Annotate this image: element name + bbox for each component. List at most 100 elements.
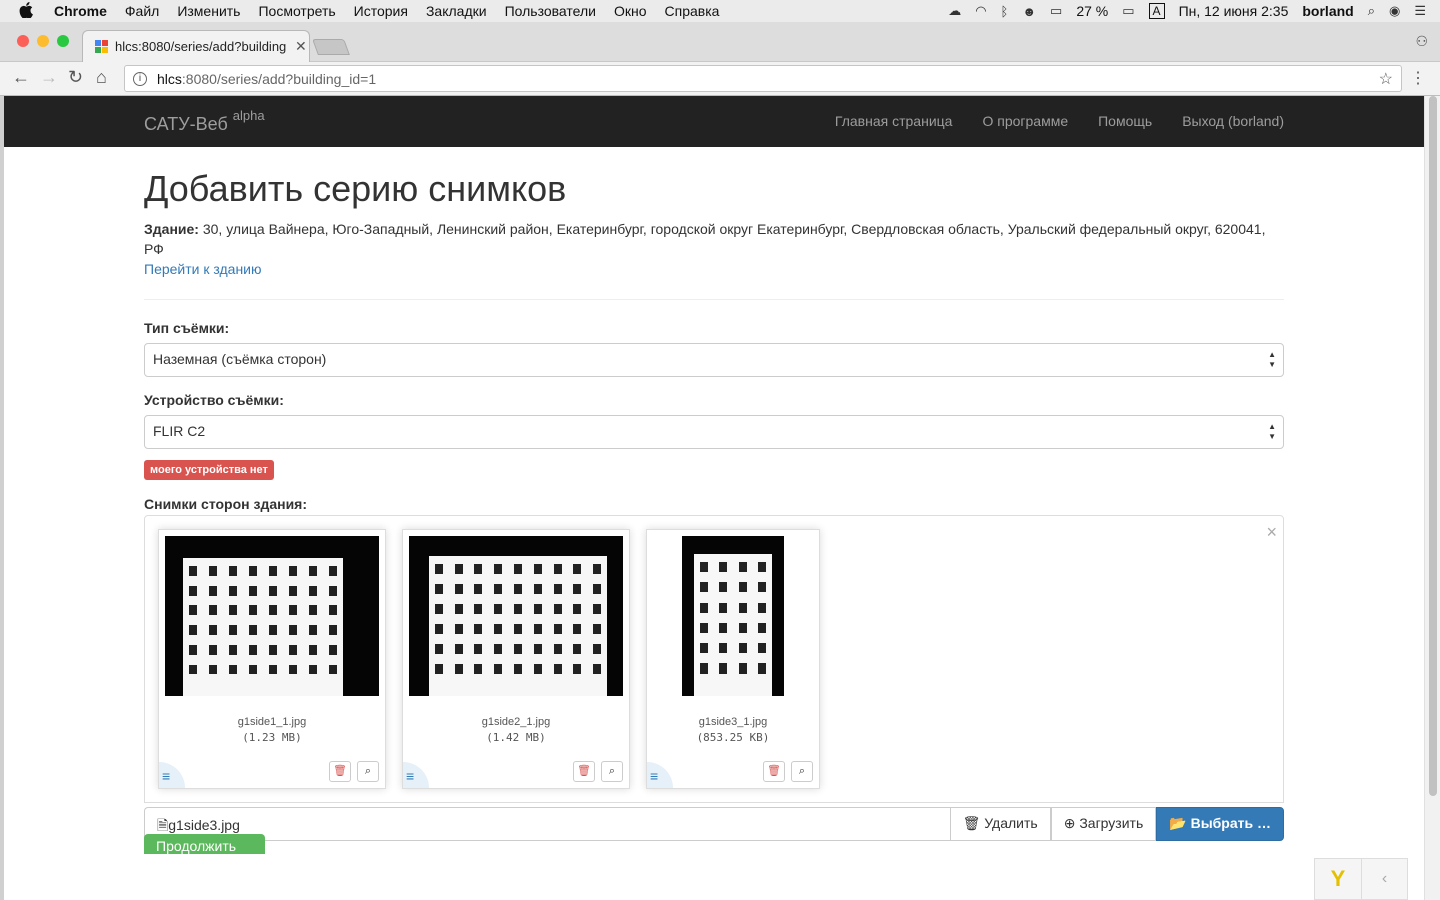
building-window <box>474 584 483 594</box>
building-window <box>758 663 767 674</box>
building-window <box>434 584 443 594</box>
new-tab-button[interactable] <box>312 39 350 55</box>
shooting-type-select[interactable]: Наземная (съёмка сторон) ▲ ▼ <box>144 343 1284 377</box>
go-to-building-link[interactable]: Перейти к зданию <box>144 259 1284 279</box>
site-brand[interactable]: САТУ-Веб alpha <box>144 108 265 135</box>
menu-window[interactable]: Окно <box>614 3 647 19</box>
delete-file-icon[interactable]: 🗑 <box>329 761 351 782</box>
building-window <box>289 566 297 576</box>
building-window <box>533 604 542 614</box>
creative-cloud-icon[interactable]: ☁ <box>948 3 961 19</box>
building-window <box>699 562 708 573</box>
address-bar[interactable]: i hlcs:8080/series/add?building_id=1 ☆ <box>124 65 1402 92</box>
bluetooth-icon[interactable]: ᛒ <box>1001 4 1009 19</box>
building-window <box>593 644 602 654</box>
reload-icon[interactable]: ↻ <box>68 67 83 88</box>
input-source-icon[interactable]: A <box>1148 3 1165 19</box>
building-window <box>758 643 767 654</box>
close-preview-icon[interactable]: × <box>1266 522 1277 543</box>
menu-app-chrome[interactable]: Chrome <box>54 3 107 19</box>
device-select[interactable]: FLIR C2 ▲ ▼ <box>144 415 1284 449</box>
delete-file-icon[interactable]: 🗑 <box>573 761 595 782</box>
minimize-window-button[interactable] <box>37 35 49 47</box>
building-window <box>738 562 747 573</box>
menu-people[interactable]: Пользователи <box>505 3 596 19</box>
page-scrollbar[interactable] <box>1424 96 1440 900</box>
building-window <box>573 584 582 594</box>
battery-percent[interactable]: 27 % <box>1076 3 1108 19</box>
airplay-icon[interactable]: ▭ <box>1050 3 1062 19</box>
close-window-button[interactable] <box>17 35 29 47</box>
remove-button[interactable]: 🗑 Удалить <box>949 807 1051 841</box>
file-input-group: 🗎g1side3.jpg 🗑 Удалить ⊕ Загрузить 📂 Выб… <box>144 807 1284 841</box>
file-name: g1side1_1.jpg <box>237 716 307 728</box>
building-window <box>533 564 542 574</box>
building-window <box>553 604 562 614</box>
building-window <box>738 602 747 613</box>
home-icon[interactable]: ⌂ <box>96 67 107 88</box>
building-window <box>289 644 297 655</box>
drag-handle-icon[interactable]: ≡ <box>159 762 185 788</box>
browse-button[interactable]: 📂 Выбрать … <box>1156 807 1284 841</box>
chrome-menu-icon[interactable]: ⋮ <box>1410 68 1426 88</box>
site-info-icon[interactable]: i <box>133 71 147 86</box>
siri-icon[interactable]: ◉ <box>1389 3 1400 19</box>
menu-file[interactable]: Файл <box>125 3 159 19</box>
nav-link-logout[interactable]: Выход (borland) <box>1182 113 1284 129</box>
menu-bookmarks[interactable]: Закладки <box>426 3 487 19</box>
building-window <box>329 566 337 576</box>
battery-icon[interactable]: ▭ <box>1122 3 1134 19</box>
zoom-file-icon[interactable]: ⌕ <box>791 761 813 782</box>
yii-logo-icon[interactable]: Y <box>1315 859 1361 899</box>
scrollbar-thumb[interactable] <box>1429 96 1437 796</box>
finder-icon[interactable]: ☻ <box>1022 4 1036 19</box>
zoom-window-button[interactable] <box>57 35 69 47</box>
zoom-file-icon[interactable]: ⌕ <box>357 761 379 782</box>
drag-handle-icon[interactable]: ≡ <box>647 762 673 788</box>
clock[interactable]: Пн, 12 июня 2:35 <box>1179 3 1289 19</box>
drag-handle-icon[interactable]: ≡ <box>403 762 429 788</box>
back-icon[interactable]: ← <box>12 67 30 88</box>
building-window <box>209 585 217 596</box>
building-window <box>454 564 463 574</box>
browse-button-label: Выбрать … <box>1190 815 1271 831</box>
notification-center-icon[interactable]: ☰ <box>1414 3 1426 19</box>
close-tab-icon[interactable]: ✕ <box>295 38 307 55</box>
continue-button[interactable]: Продолжить <box>144 834 265 854</box>
browser-tab[interactable]: hlcs:8080/series/add?building ✕ <box>82 30 310 62</box>
building-window <box>454 624 463 634</box>
apple-icon[interactable] <box>19 1 39 21</box>
zoom-file-icon[interactable]: ⌕ <box>601 761 623 782</box>
forward-icon[interactable]: → <box>40 67 58 88</box>
delete-file-icon[interactable]: 🗑 <box>763 761 785 782</box>
spotlight-search-icon[interactable]: ⌕ <box>1368 3 1375 19</box>
user-name[interactable]: borland <box>1302 3 1353 19</box>
building-window <box>249 664 257 675</box>
building-window <box>573 604 582 614</box>
building-window <box>474 564 483 574</box>
building-label: Здание: <box>144 221 199 237</box>
building-window <box>289 625 297 635</box>
debug-toggle-icon[interactable]: ‹ <box>1361 859 1407 899</box>
building-window <box>533 584 542 594</box>
building-window <box>249 605 257 616</box>
building-window <box>533 624 542 634</box>
incognito-profile-icon[interactable]: ⚇ <box>1415 33 1428 50</box>
wifi-icon[interactable]: ◠ <box>975 3 986 19</box>
nav-link-help[interactable]: Помощь <box>1098 113 1152 129</box>
upload-button[interactable]: ⊕ Загрузить <box>1050 807 1157 841</box>
menu-edit[interactable]: Изменить <box>177 3 240 19</box>
building-window <box>434 664 443 674</box>
building-window <box>553 624 562 634</box>
tab-title: hlcs:8080/series/add?building <box>115 39 287 54</box>
menu-history[interactable]: История <box>354 3 408 19</box>
bookmark-star-icon[interactable]: ☆ <box>1379 69 1393 89</box>
nav-link-about[interactable]: О программе <box>982 113 1068 129</box>
device-group: Устройство съёмки: FLIR C2 ▲ ▼ <box>144 392 1284 449</box>
building-window <box>514 624 522 634</box>
menu-help[interactable]: Справка <box>665 3 720 19</box>
file-name: g1side2_1.jpg <box>481 716 551 728</box>
nav-link-home[interactable]: Главная страница <box>835 113 953 129</box>
no-device-badge[interactable]: моего устройства нет <box>144 460 274 480</box>
menu-view[interactable]: Посмотреть <box>258 3 335 19</box>
